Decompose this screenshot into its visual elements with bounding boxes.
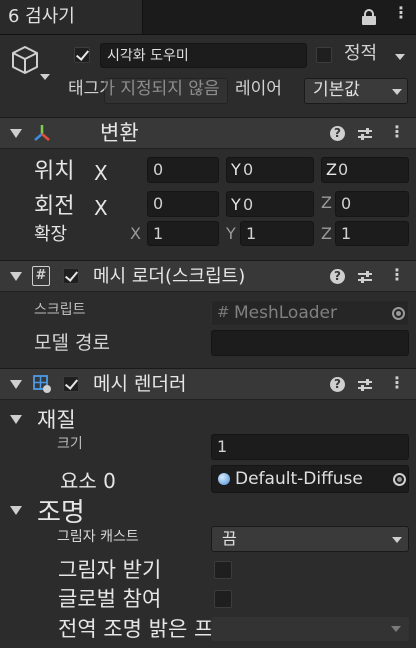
size-field[interactable]: 1 [211,434,409,460]
transform-title: 변환 [100,121,139,145]
scale-y-value: 1 [246,224,257,243]
transform-header[interactable]: 변환 ? ⋮ [0,117,416,149]
scale-x-field[interactable]: 1 [147,221,219,246]
position-x-value: 0 [153,160,164,179]
context-menu-icon[interactable]: ⋮ [389,124,405,140]
tag-dropdown[interactable] [104,78,228,104]
rotation-x-axis: X [94,196,108,220]
scale-z-field[interactable]: 1 [335,221,409,246]
position-z-value: 0 [338,160,349,179]
cast-shadows-caret-icon [392,537,402,543]
rotation-x-field[interactable]: 0 [147,191,219,217]
mesh-renderer-header[interactable]: 메시 렌더러 ? ⋮ [0,368,416,400]
object-name-field[interactable]: 시각화 도우미 [100,43,307,68]
position-z-axis: Z [326,160,337,179]
mesh-loader-header[interactable]: # 메시 로더(스크립트) ? ⋮ [0,260,416,292]
position-label: 위치 [34,159,75,184]
lock-icon-body [362,16,376,25]
layer-value: 기본값 [313,80,360,100]
scale-z-axis: Z [321,224,332,243]
object-picker-icon[interactable] [393,473,406,486]
scale-z-value: 1 [341,224,352,243]
transform-foldout-icon[interactable] [10,129,22,138]
help-icon[interactable]: ? [330,377,345,392]
active-checkbox[interactable] [74,47,90,63]
element-0-field[interactable]: Default-Diffuse [211,465,409,493]
element-0-value: Default-Diffuse [235,469,363,489]
model-path-label: 모델 경로 [34,332,110,354]
rotation-y-value: 0 [243,195,254,214]
mesh-renderer-icon [32,374,52,394]
position-y-field[interactable]: Y 0 [226,157,314,183]
scale-label: 확장 [34,224,68,245]
size-label: 크기 [57,436,83,452]
model-path-field[interactable] [211,330,409,356]
presets-icon[interactable] [357,126,373,142]
context-menu-icon[interactable]: ⋮ [389,375,405,391]
script-field-hash-icon: # [217,303,230,321]
script-object-field: # MeshLoader [211,300,409,326]
contribute-gi-label: 글로벌 참여 [58,587,162,611]
material-sphere-icon [218,473,230,485]
rotation-y-axis: Y [231,195,241,214]
lighting-label: 조명 [37,498,85,528]
presets-icon[interactable] [357,377,373,393]
inspector-tab-title: 6 검사기 [8,6,75,27]
layer-label: 레이어 [235,79,282,99]
context-menu-icon[interactable]: ⋮ [389,267,405,283]
scale-y-axis: Y [226,224,236,243]
mesh-renderer-enabled-checkbox[interactable] [63,376,79,392]
help-icon[interactable]: ? [330,126,345,141]
position-z-field[interactable]: Z 0 [321,157,409,183]
script-value: MeshLoader [234,303,337,323]
rotation-z-value: 0 [341,194,352,213]
cast-shadows-label: 그림자 캐스트 [57,529,139,545]
mesh-loader-enabled-checkbox[interactable] [63,268,79,284]
position-x-axis: X [94,161,108,185]
rotation-z-axis: Z [321,193,332,212]
receive-shadows-label: 그림자 받기 [58,558,162,582]
cast-shadows-value: 끔 [222,529,237,548]
layer-caret-icon [392,89,402,95]
inspector-tab[interactable]: 6 검사기 [0,0,143,34]
mesh-renderer-title: 메시 렌더러 [93,373,187,395]
presets-icon[interactable] [357,269,373,285]
cast-shadows-dropdown[interactable]: 끔 [211,526,409,552]
script-file-icon: # [32,266,50,286]
light-probes-caret-icon [391,626,401,632]
rotation-z-field[interactable]: 0 [335,191,409,217]
materials-foldout-icon[interactable] [10,415,22,424]
object-name-value: 시각화 도우미 [107,48,189,64]
rotation-y-field[interactable]: Y 0 [226,191,314,217]
cube-icon [10,44,40,76]
receive-shadows-checkbox[interactable] [214,561,232,579]
static-checkbox[interactable] [316,47,332,63]
tab-menu-icon[interactable]: ⋮ [393,5,409,21]
mesh-loader-foldout-icon[interactable] [10,272,22,281]
position-y-axis: Y [231,160,241,179]
icon-dropdown-caret[interactable] [40,74,50,80]
static-dropdown-caret[interactable] [395,54,405,60]
scale-y-field[interactable]: 1 [240,221,314,246]
materials-label: 재질 [37,408,76,432]
mesh-renderer-foldout-icon[interactable] [10,380,22,389]
element-0-label: 요소 0 [60,469,116,493]
static-label: 정적 [344,43,378,64]
position-x-field[interactable]: 0 [147,157,219,183]
transform-axes-icon [32,123,52,143]
script-label: 스크립트 [34,302,86,318]
contribute-gi-checkbox[interactable] [214,590,232,608]
lighting-foldout-icon[interactable] [10,506,22,515]
rotation-x-value: 0 [153,194,164,213]
object-picker-icon [392,307,405,320]
layer-dropdown[interactable]: 기본값 [304,78,408,104]
scale-x-axis: X [130,224,141,243]
scale-x-value: 1 [153,224,164,243]
size-value: 1 [217,437,228,456]
light-probes-dropdown[interactable] [211,617,409,641]
rotation-label: 회전 [34,194,75,219]
mesh-loader-title: 메시 로더(스크립트) [93,266,246,287]
help-icon[interactable]: ? [330,269,345,284]
position-y-value: 0 [243,160,254,179]
